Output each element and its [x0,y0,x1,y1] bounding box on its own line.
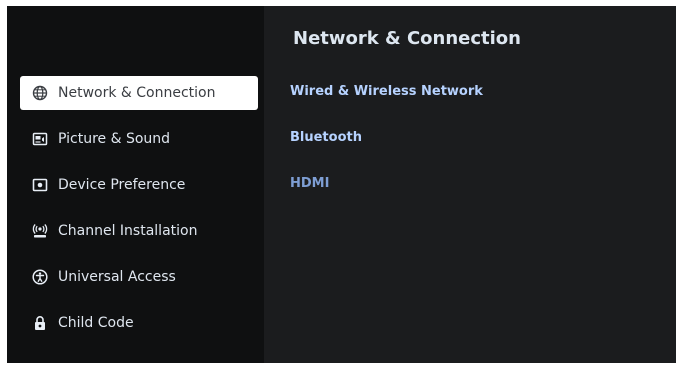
sidebar-item-picture-sound[interactable]: Picture & Sound [20,122,258,156]
option-hdmi[interactable]: HDMI [290,176,329,191]
sidebar-item-device-preference[interactable]: Device Preference [20,168,258,202]
sidebar-item-label: Universal Access [58,269,176,285]
device-icon [32,177,48,193]
sidebar-item-universal-access[interactable]: Universal Access [20,260,258,294]
globe-icon [32,85,48,101]
settings-content-panel: Network & Connection Wired & Wireless Ne… [264,6,676,363]
tv-settings-screen: Network & Connection Picture & Sound Dev… [7,6,676,363]
picture-sound-icon [32,131,48,147]
sidebar-item-label: Child Code [58,315,134,331]
sidebar-item-label: Picture & Sound [58,131,171,147]
accessibility-icon [32,269,48,285]
settings-sidebar: Network & Connection Picture & Sound Dev… [7,6,264,363]
sidebar-item-network-connection[interactable]: Network & Connection [20,76,258,110]
sidebar-item-label: Channel Installation [58,223,198,239]
sidebar-item-label: Device Preference [58,177,186,193]
antenna-icon [32,223,48,239]
page-title: Network & Connection [293,28,521,49]
sidebar-item-child-code[interactable]: Child Code [20,306,258,340]
sidebar-item-channel-installation[interactable]: Channel Installation [20,214,258,248]
option-bluetooth[interactable]: Bluetooth [290,130,362,145]
sidebar-item-label: Network & Connection [58,85,216,101]
option-wired-wireless-network[interactable]: Wired & Wireless Network [290,84,483,99]
lock-icon [32,315,48,331]
